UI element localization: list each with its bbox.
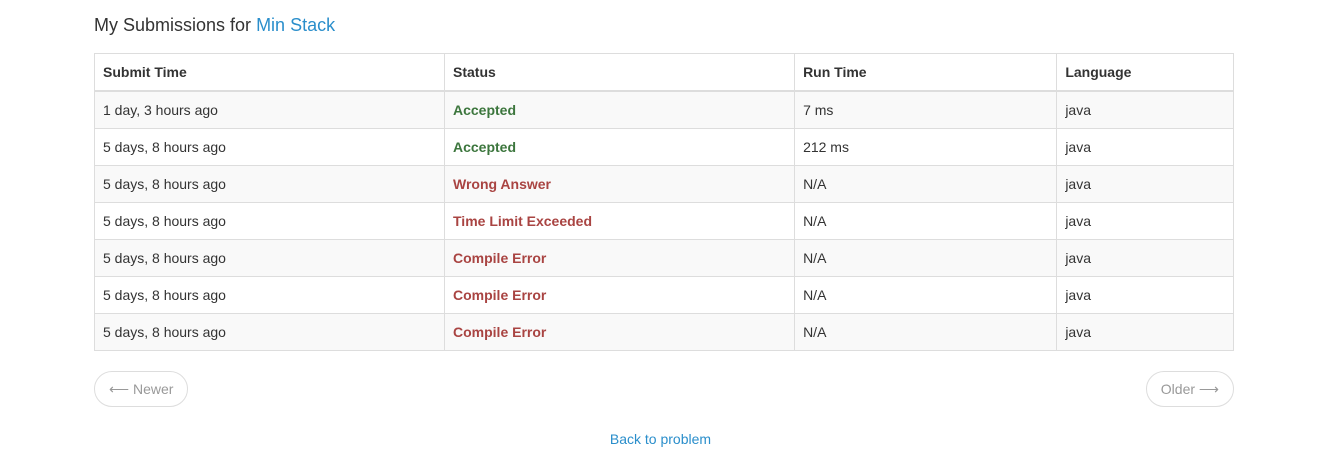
submit-time-cell: 5 days, 8 hours ago <box>94 165 445 203</box>
status-link[interactable]: Time Limit Exceeded <box>453 213 592 229</box>
submit-time-cell: 5 days, 8 hours ago <box>94 276 445 314</box>
status-link[interactable]: Accepted <box>453 102 516 118</box>
status-cell: Wrong Answer <box>443 165 796 203</box>
page-title: My Submissions for Min Stack <box>94 13 335 37</box>
table-row: 5 days, 8 hours ago Compile Error N/A java <box>94 313 1234 351</box>
table-row: 5 days, 8 hours ago Time Limit Exceeded N/… <box>94 202 1234 240</box>
status-link[interactable]: Compile Error <box>453 324 546 340</box>
language-cell: java <box>1056 90 1234 129</box>
table-row: 5 days, 8 hours ago Compile Error N/A java <box>94 276 1234 314</box>
submit-time-cell: 5 days, 8 hours ago <box>94 313 445 351</box>
column-header-status: Status <box>443 53 796 92</box>
language-cell: java <box>1056 239 1234 277</box>
table-header-row: Submit Time Status Run Time Language <box>94 53 1234 92</box>
older-label: Older <box>1160 381 1196 397</box>
problem-title-link[interactable]: Min Stack <box>256 15 335 35</box>
run-time-cell: N/A <box>794 276 1058 314</box>
arrow-right-icon: ⟶ <box>1198 381 1219 397</box>
status-cell: Accepted <box>443 90 796 129</box>
submit-time-cell: 5 days, 8 hours ago <box>94 128 445 166</box>
language-cell: java <box>1056 202 1234 240</box>
run-time-cell: 212 ms <box>794 128 1058 166</box>
submissions-page: My Submissions for Min Stack Submit Time… <box>0 0 1321 464</box>
submit-time-cell: 1 day, 3 hours ago <box>94 90 445 129</box>
back-link-container: Back to problem <box>0 431 1321 447</box>
newer-label: Newer <box>132 381 174 397</box>
status-cell: Time Limit Exceeded <box>443 202 796 240</box>
arrow-left-icon: ⟵ <box>109 381 130 397</box>
submit-time-cell: 5 days, 8 hours ago <box>94 239 445 277</box>
column-header-submit-time: Submit Time <box>94 53 445 92</box>
status-link[interactable]: Compile Error <box>453 250 546 266</box>
newer-button[interactable]: ⟵ Newer <box>94 371 189 407</box>
column-header-run-time: Run Time <box>794 53 1058 92</box>
table-row: 5 days, 8 hours ago Compile Error N/A java <box>94 239 1234 277</box>
submissions-table: Submit Time Status Run Time Language 1 d… <box>94 53 1234 351</box>
language-cell: java <box>1056 165 1234 203</box>
status-cell: Accepted <box>443 128 796 166</box>
run-time-cell: N/A <box>794 165 1058 203</box>
column-header-language: Language <box>1056 53 1234 92</box>
back-to-problem-link[interactable]: Back to problem <box>610 431 711 447</box>
status-cell: Compile Error <box>443 313 796 351</box>
status-cell: Compile Error <box>443 239 796 277</box>
table-row: 5 days, 8 hours ago Wrong Answer N/A java <box>94 165 1234 203</box>
status-cell: Compile Error <box>443 276 796 314</box>
language-cell: java <box>1056 276 1234 314</box>
run-time-cell: N/A <box>794 313 1058 351</box>
run-time-cell: 7 ms <box>794 90 1058 129</box>
page-title-prefix: My Submissions for <box>94 15 252 35</box>
submit-time-cell: 5 days, 8 hours ago <box>94 202 445 240</box>
table-row: 5 days, 8 hours ago Accepted 212 ms java <box>94 128 1234 166</box>
language-cell: java <box>1056 128 1234 166</box>
status-link[interactable]: Accepted <box>453 139 516 155</box>
older-button[interactable]: Older ⟶ <box>1145 371 1234 407</box>
status-link[interactable]: Compile Error <box>453 287 546 303</box>
language-cell: java <box>1056 313 1234 351</box>
run-time-cell: N/A <box>794 202 1058 240</box>
run-time-cell: N/A <box>794 239 1058 277</box>
table-row: 1 day, 3 hours ago Accepted 7 ms java <box>94 90 1234 129</box>
status-link[interactable]: Wrong Answer <box>453 176 551 192</box>
